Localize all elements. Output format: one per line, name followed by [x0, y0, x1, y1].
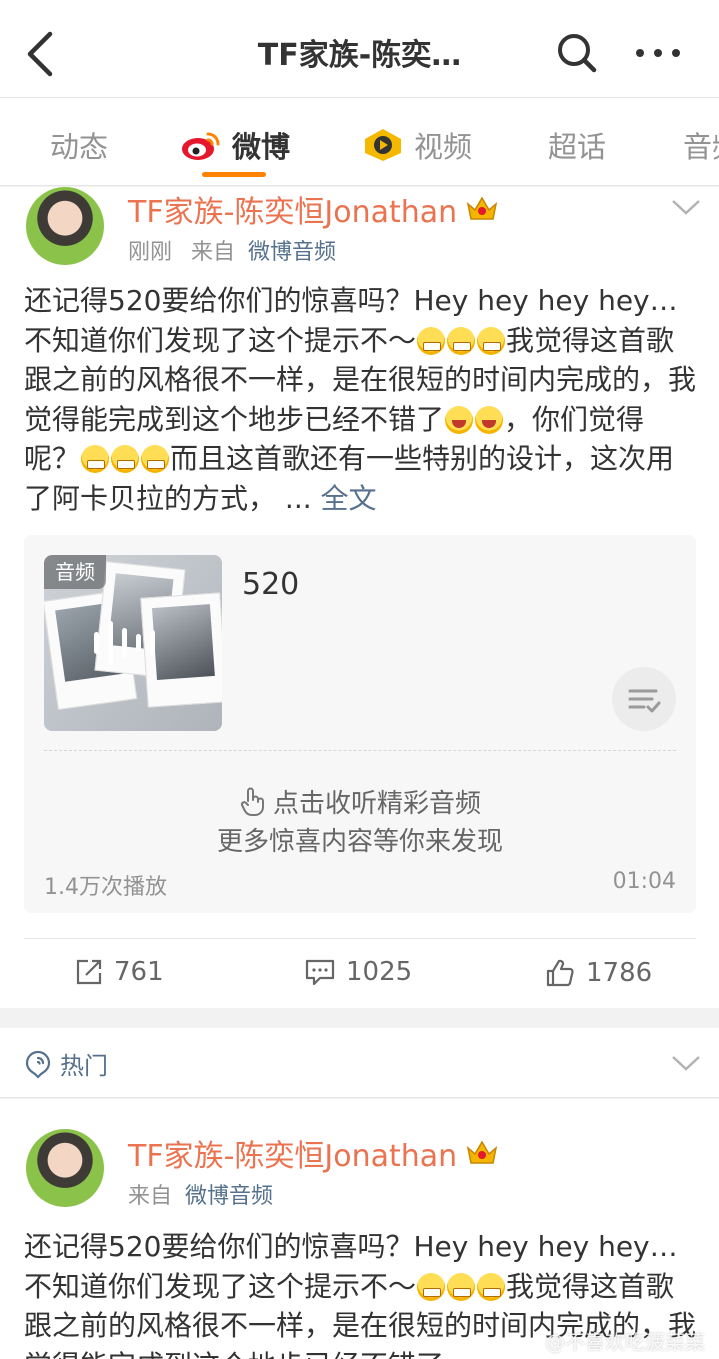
dot-icon: [636, 49, 644, 57]
back-button[interactable]: [20, 28, 64, 80]
post-body: 还记得520要给你们的惊喜吗？Hey hey hey hey… 不知道你们发现了…: [24, 281, 696, 518]
post-meta: 来自 微博音频: [128, 1178, 273, 1210]
divider: [44, 750, 676, 751]
tab-weibo[interactable]: 微博: [180, 124, 290, 166]
search-button[interactable]: [556, 32, 598, 74]
comment-count: 1025: [346, 957, 413, 987]
tab-video-label: 视频: [414, 130, 473, 164]
add-to-playlist-button[interactable]: [612, 667, 676, 731]
grin-emoji-icon: [477, 1272, 506, 1301]
tap-to-listen[interactable]: 点击收听精彩音频: [24, 783, 696, 820]
author-name[interactable]: TF家族-陈奕恒Jonathan: [128, 187, 499, 231]
audio-cover[interactable]: 音频: [44, 555, 222, 731]
chevron-down-icon[interactable]: [670, 1053, 702, 1073]
tab-dynamic[interactable]: 动态: [50, 124, 108, 166]
dot-icon: [672, 49, 680, 57]
soundwave-icon: [94, 619, 155, 667]
repost-count: 761: [114, 957, 164, 987]
action-bar: 761 1025 1786: [24, 938, 696, 1008]
post-meta: 刚刚 来自 微博音频: [128, 234, 336, 266]
playlist-check-icon: [628, 689, 661, 713]
from-label: 来自: [128, 1184, 173, 1209]
page-title: TF家族-陈奕…: [257, 38, 462, 73]
watermark: @不喜欢吃菠菜菜: [545, 1330, 705, 1354]
search-icon: [558, 34, 597, 73]
from-label: 来自: [191, 240, 236, 265]
tab-audio[interactable]: 音频: [683, 124, 719, 166]
avatar[interactable]: [26, 1129, 104, 1207]
author-name[interactable]: TF家族-陈奕恒Jonathan: [128, 1131, 499, 1175]
hot-label-text: 热门: [60, 1052, 108, 1080]
tap-hint-text: 点击收听精彩音频: [272, 789, 481, 819]
audio-duration: 01:04: [612, 869, 676, 894]
more-hint-text: 更多惊喜内容等你来发现: [216, 827, 503, 857]
laugh-cry-emoji-icon: [445, 405, 474, 434]
hot-icon: [25, 1050, 51, 1079]
grin-emoji-icon: [141, 445, 170, 473]
grin-emoji-icon: [81, 445, 110, 473]
author-name-text: TF家族-陈奕恒Jonathan: [128, 1139, 458, 1174]
thumbs-up-icon: [546, 959, 574, 987]
more-options-button[interactable]: [636, 36, 680, 70]
hand-tap-icon: [240, 787, 264, 816]
comment-button[interactable]: 1025: [304, 957, 412, 987]
hot-section-header: 热门: [0, 1028, 719, 1098]
like-count: 1786: [586, 958, 653, 988]
top-bar: TF家族-陈奕…: [0, 0, 719, 98]
audio-title: 520: [242, 567, 300, 602]
active-tab-indicator: [202, 172, 266, 177]
chevron-down-icon[interactable]: [670, 197, 702, 217]
grin-emoji-icon: [417, 1272, 446, 1301]
hot-label[interactable]: 热门: [24, 1046, 108, 1081]
grin-emoji-icon: [111, 445, 140, 473]
audio-badge: 音频: [44, 555, 106, 589]
video-icon: [365, 129, 401, 161]
dot-icon: [654, 49, 662, 57]
repost-icon: [76, 959, 102, 985]
post-card: TF家族-陈奕恒Jonathan 来自 微博音频 还记得520要给你们的惊喜吗？…: [0, 1099, 719, 1359]
ellipsis: ...: [276, 481, 312, 515]
post-source[interactable]: 微博音频: [185, 1184, 273, 1209]
play-count: 1.4万次播放: [44, 875, 167, 900]
author-name-text: TF家族-陈奕恒Jonathan: [128, 195, 458, 230]
grin-emoji-icon: [417, 326, 446, 355]
tab-video[interactable]: 视频: [362, 124, 472, 166]
full-text-link[interactable]: 全文: [321, 482, 377, 515]
crown-badge-icon: [467, 1140, 498, 1164]
weibo-logo-icon: [182, 132, 220, 160]
audio-card[interactable]: 音频 520 点击收听精彩音频 更多惊喜内容等你来发现 1.4万次播放 01:0…: [24, 535, 696, 913]
laugh-cry-emoji-icon: [475, 405, 504, 434]
grin-emoji-icon: [447, 326, 476, 355]
back-arrow-icon: [27, 31, 53, 77]
grin-emoji-icon: [447, 1272, 476, 1301]
like-button[interactable]: 1786: [544, 957, 652, 989]
grin-emoji-icon: [477, 326, 506, 355]
crown-badge-icon: [467, 196, 498, 220]
tab-bar: 动态 微博 视频 超话 音频: [0, 98, 719, 186]
tab-super-topic[interactable]: 超话: [548, 124, 606, 166]
repost-button[interactable]: 761: [74, 957, 164, 987]
post-time: 刚刚: [128, 240, 173, 265]
avatar[interactable]: [26, 187, 104, 265]
comment-icon: [305, 959, 335, 986]
tab-weibo-label: 微博: [232, 130, 291, 164]
post-source[interactable]: 微博音频: [248, 240, 336, 265]
